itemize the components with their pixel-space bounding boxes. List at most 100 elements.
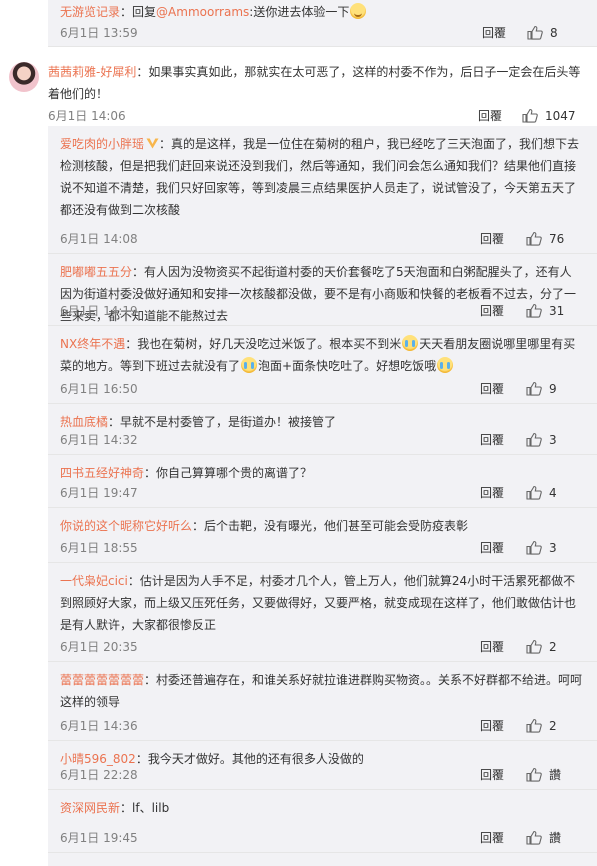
- reply-button[interactable]: 回覆: [482, 23, 506, 43]
- like-count: 76: [549, 232, 565, 246]
- sub-comment: 一代枭妃cici：估计是因为人手不足，村委才几个人，管上万人，他们就算24小时干…: [48, 563, 597, 662]
- comment-body: ：我今天才做好。其他的还有很多人没做的: [135, 752, 364, 766]
- comment-footer: 6月1日 14:06 回覆 1047: [48, 106, 583, 126]
- sub-comment: 资深网民新：lf、lilb 6月1日 19:45 回覆 讚: [48, 790, 597, 853]
- comment-footer: 6月1日 13:59 回覆 8: [60, 23, 583, 43]
- timestamp: 6月1日 16:50: [60, 382, 138, 396]
- thumbs-up-icon: [526, 432, 542, 447]
- sub-comment-list: 爱吃肉的小胖瑶 ：真的是这样，我是一位住在菊树的租户，我已经吃了三天泡面了，我们想…: [48, 126, 597, 866]
- timestamp: 6月1日 18:55: [60, 541, 138, 555]
- reply-button[interactable]: 回覆: [478, 106, 502, 126]
- sub-comment: 肥嘟嘟五五分：有人因为没物资买不起街道村委的天价套餐吃了5天泡面和白粥配腥头了，…: [48, 254, 597, 326]
- comment-text: NX终年不遇：我也在菊树，好几天没吃过米饭了。根本买不到米 天天看朋友圈说哪里哪里…: [60, 333, 583, 377]
- reply-button[interactable]: 回覆: [480, 538, 504, 558]
- username-link[interactable]: 无游览记录: [60, 5, 120, 19]
- comment-footer: 6月1日 14:36 回覆 2: [60, 716, 583, 736]
- comment-footer: 6月1日 16:50 回覆 9: [60, 379, 583, 399]
- sub-comment: 四书五经好神奇：你自己算算哪个贵的离谱了？ 6月1日 19:47 回覆 4: [48, 455, 597, 508]
- sub-comment: 你说的这个昵称它好听么：后个击靶，没有曝光，他们甚至可能会受防疫表彰 6月1日 1…: [48, 508, 597, 563]
- sub-comment: 爱吃肉的小胖瑶 ：真的是这样，我是一位住在菊树的租户，我已经吃了三天泡面了，我们想…: [48, 126, 597, 254]
- thumbs-up-icon: [526, 381, 542, 396]
- username-link[interactable]: 四书五经好神奇: [60, 466, 144, 480]
- thumbs-up-icon: [522, 108, 538, 123]
- reply-button[interactable]: 回覆: [480, 379, 504, 399]
- smile-emoji-icon: [350, 3, 367, 19]
- timestamp: 6月1日 14:19: [60, 304, 138, 318]
- like-count: 3: [549, 433, 557, 447]
- thumbs-up-icon: [526, 303, 542, 318]
- like-count: 8: [550, 26, 558, 40]
- thumbs-up-icon: [526, 767, 542, 782]
- like-count: 讚: [549, 768, 562, 782]
- reply-button[interactable]: 回覆: [480, 483, 504, 503]
- like-count: 4: [549, 486, 557, 500]
- timestamp: 6月1日 14:36: [60, 719, 138, 733]
- username-link[interactable]: 一代枭妃cici: [60, 574, 128, 588]
- comment-text: 你说的这个昵称它好听么：后个击靶，没有曝光，他们甚至可能会受防疫表彰: [60, 515, 583, 537]
- username-link[interactable]: 你说的这个昵称它好听么: [60, 519, 192, 533]
- timestamp: 6月1日 19:45: [60, 831, 138, 845]
- like-count: 2: [549, 719, 557, 733]
- comment-body: ：估计是因为人手不足，村委才几个人，管上万人，他们就算24小时干活累死都做不到照…: [60, 574, 577, 632]
- thumbs-up-icon: [526, 639, 542, 654]
- like-count: 9: [549, 382, 557, 396]
- comment-text: 茜茜莉雅-好犀利：如果事实真如此，那就实在太可恶了，这样的村委不作为，后日子一定…: [48, 61, 583, 105]
- timestamp: 6月1日 20:35: [60, 640, 138, 654]
- comment-separator: ：: [136, 65, 149, 79]
- sub-comment-top: 无游览记录：回复@Ammoorrams:送你进去体验一下 6月1日 13:59 …: [48, 0, 597, 47]
- thumbs-up-icon: [526, 540, 542, 555]
- thumbs-up-icon: [526, 718, 542, 733]
- username-link[interactable]: 资深网民新: [60, 801, 120, 815]
- reply-button[interactable]: 回覆: [480, 430, 504, 450]
- v-badge-icon: [146, 134, 159, 149]
- username-link[interactable]: 爱吃肉的小胖瑶: [60, 137, 144, 151]
- comment-body: :送你进去体验一下: [249, 5, 350, 19]
- comment-footer: 6月1日 18:55 回覆 3: [60, 538, 583, 558]
- comment-separator: ：: [120, 5, 133, 19]
- reply-button[interactable]: 回覆: [480, 828, 504, 848]
- timestamp: 6月1日 14:08: [60, 232, 138, 246]
- main-comment: 茜茜莉雅-好犀利：如果事实真如此，那就实在太可恶了，这样的村委不作为，后日子一定…: [0, 46, 597, 126]
- timestamp: 6月1日 14:06: [48, 109, 126, 123]
- thumbs-up-icon: [526, 231, 542, 246]
- comment-footer: 6月1日 19:47 回覆 4: [60, 483, 583, 503]
- mention-link[interactable]: @Ammoorrams: [156, 5, 249, 19]
- timestamp: 6月1日 19:47: [60, 486, 138, 500]
- reply-button[interactable]: 回覆: [480, 716, 504, 736]
- reply-button[interactable]: 回覆: [480, 229, 504, 249]
- comment-body: ：早就不是村委管了，是街道办！被接管了: [108, 415, 337, 429]
- username-link[interactable]: 热血底橘: [60, 415, 108, 429]
- comment-body: ：你自己算算哪个贵的离谱了？: [144, 466, 313, 480]
- username-link[interactable]: 茜茜莉雅-好犀利: [48, 65, 136, 79]
- comment-text: 资深网民新：lf、lilb: [60, 797, 583, 819]
- reply-button[interactable]: 回覆: [480, 637, 504, 657]
- avatar[interactable]: [9, 62, 39, 92]
- comment-footer: 6月1日 20:35 回覆 2: [60, 637, 583, 657]
- username-link[interactable]: 蕾蕾蕾蕾蕾蕾蕾: [60, 673, 144, 687]
- username-link[interactable]: NX终年不遇: [60, 337, 125, 351]
- comment-footer: 6月1日 22:28 回覆 讚: [60, 765, 583, 785]
- comment-body: ：后个击靶，没有曝光，他们甚至可能会受防疫表彰: [192, 519, 469, 533]
- thumbs-up-icon: [526, 485, 542, 500]
- sub-comment: 小晴596_802：我今天才做好。其他的还有很多人没做的 6月1日 22:28 回覆…: [48, 741, 597, 790]
- like-count: 2: [549, 640, 557, 654]
- cry-emoji-icon: [402, 335, 419, 351]
- comment-text: 一代枭妃cici：估计是因为人手不足，村委才几个人，管上万人，他们就算24小时干…: [60, 570, 583, 636]
- thumbs-up-icon: [526, 830, 542, 845]
- timestamp: 6月1日 14:32: [60, 433, 138, 447]
- like-count: 讚: [549, 831, 562, 845]
- comment-footer: 6月1日 14:19 回覆 31: [60, 301, 583, 321]
- comment-text: 爱吃肉的小胖瑶 ：真的是这样，我是一位住在菊树的租户，我已经吃了三天泡面了，我们想…: [60, 133, 583, 221]
- reply-button[interactable]: 回覆: [480, 765, 504, 785]
- thumbs-up-icon: [527, 25, 543, 40]
- comment-body: ：我也在菊树，好几天没吃过米饭了。根本买不到米: [125, 337, 402, 351]
- username-link[interactable]: 小晴596_802: [60, 752, 136, 766]
- sub-comment: 蕾蕾蕾蕾蕾蕾蕾：村委还普遍存在，和谁关系好就拉谁进群购买物资。。关系不好群都不给…: [48, 662, 597, 741]
- sub-comment: 热血底橘：早就不是村委管了，是街道办！被接管了 6月1日 14:32 回覆 3: [48, 404, 597, 455]
- username-link[interactable]: 肥嘟嘟五五分: [60, 265, 132, 279]
- timestamp: 6月1日 22:28: [60, 768, 138, 782]
- like-count: 3: [549, 541, 557, 555]
- like-count: 1047: [545, 109, 576, 123]
- comment-footer: 6月1日 14:08 回覆 76: [60, 229, 583, 249]
- reply-button[interactable]: 回覆: [480, 301, 504, 321]
